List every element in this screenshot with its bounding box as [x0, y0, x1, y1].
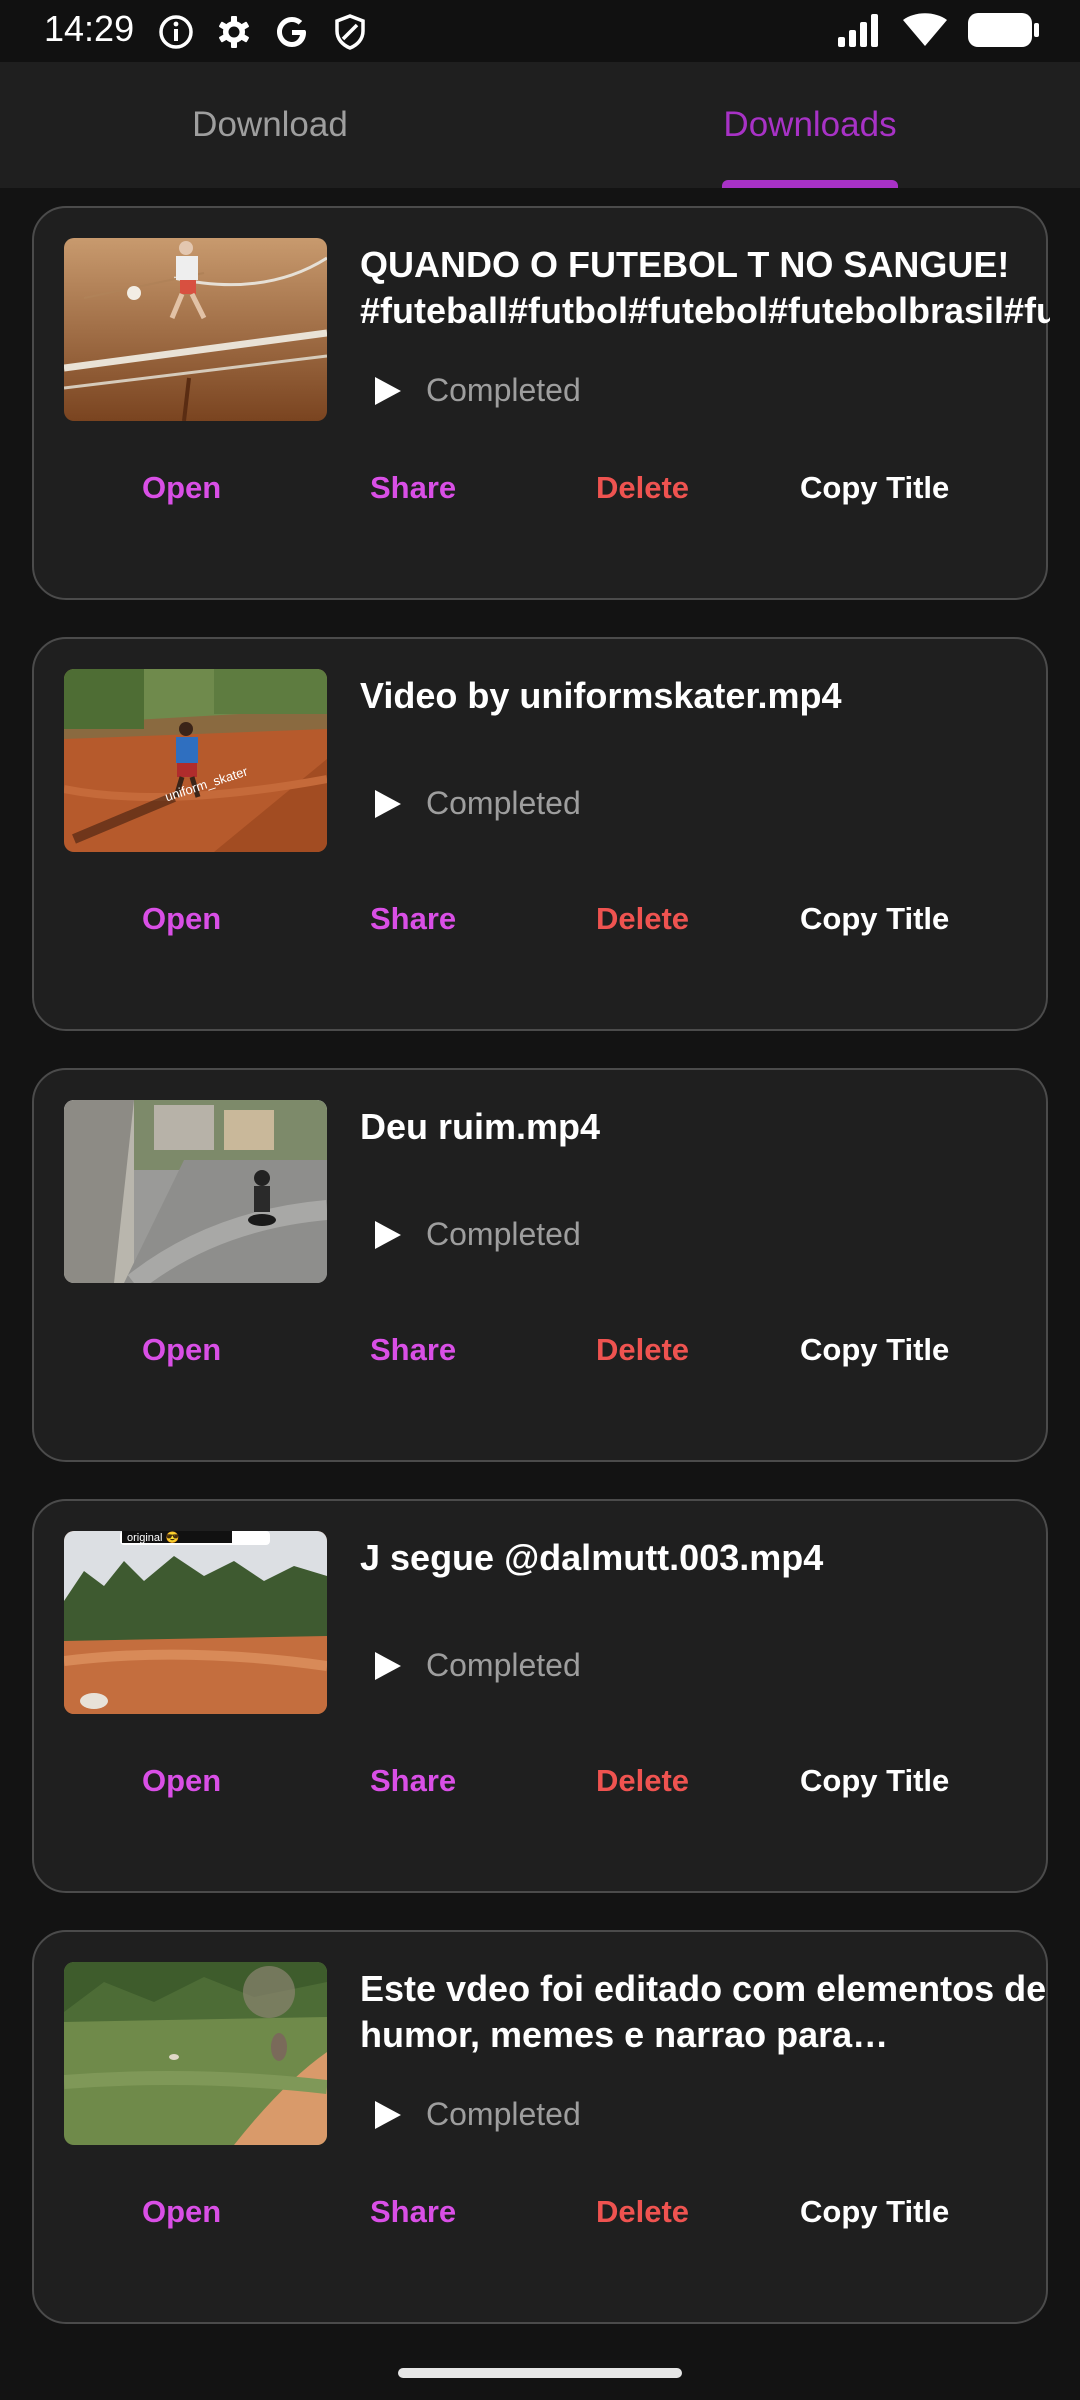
card-actions: Open Share Delete Copy Title [34, 470, 1046, 530]
status-label: Completed [426, 1647, 581, 1683]
info-icon [159, 15, 193, 49]
status-icons-right [836, 12, 1040, 48]
status-label: Completed [426, 2096, 581, 2132]
download-card: original 😎 J segue @dalmutt.003.mp4 Comp… [32, 1499, 1048, 1893]
share-button[interactable]: Share [370, 1332, 456, 1368]
video-title: QUANDO O FUTEBOL T NO SANGUE! #futeball#… [360, 244, 1050, 331]
status-time: 14:29 [44, 8, 135, 49]
active-tab-indicator [722, 180, 898, 188]
share-button[interactable]: Share [370, 901, 456, 937]
tab-download-label: Download [192, 105, 348, 144]
status-icons-left [156, 12, 370, 52]
copy-title-button[interactable]: Copy Title [800, 1763, 949, 1799]
thumbnail-caption: original 😎 [127, 1531, 180, 1544]
tab-bar: Download Downloads [0, 62, 1080, 188]
copy-title-button[interactable]: Copy Title [800, 2194, 949, 2230]
play-icon[interactable] [370, 1218, 404, 1252]
status-label: Completed [426, 372, 581, 408]
download-card: Deu ruim.mp4 Completed Open Share Delete… [32, 1068, 1048, 1462]
open-button[interactable]: Open [142, 1763, 221, 1799]
download-card: Este vdeo foi editado com elementos de h… [32, 1930, 1048, 2324]
open-button[interactable]: Open [142, 470, 221, 506]
download-status: Completed [370, 1216, 581, 1253]
video-thumbnail[interactable] [64, 238, 327, 421]
video-thumbnail[interactable]: uniform_skater [64, 669, 327, 852]
tab-download[interactable]: Download [0, 62, 540, 188]
play-icon[interactable] [370, 1649, 404, 1683]
copy-title-button[interactable]: Copy Title [800, 470, 949, 506]
delete-button[interactable]: Delete [596, 470, 689, 506]
battery-icon [968, 13, 1039, 47]
share-button[interactable]: Share [370, 2194, 456, 2230]
delete-button[interactable]: Delete [596, 1332, 689, 1368]
video-thumbnail[interactable] [64, 1100, 327, 1283]
video-title: J segue @dalmutt.003.mp4 [360, 1537, 824, 1578]
signal-icon [838, 14, 878, 47]
video-thumbnail[interactable]: original 😎 [64, 1531, 327, 1714]
google-icon [277, 17, 306, 47]
open-button[interactable]: Open [142, 2194, 221, 2230]
download-status: Completed [370, 372, 581, 409]
download-card: QUANDO O FUTEBOL T NO SANGUE! #futeball#… [32, 206, 1050, 600]
tab-downloads[interactable]: Downloads [540, 62, 1080, 188]
video-title: Video by uniformskater.mp4 [360, 675, 842, 716]
play-icon[interactable] [370, 2098, 404, 2132]
card-actions: Open Share Delete Copy Title [34, 1332, 1046, 1392]
video-title: Este vdeo foi editado com elementos de h… [360, 1968, 1047, 2055]
download-status: Completed [370, 2096, 581, 2133]
gear-icon [219, 16, 249, 48]
share-button[interactable]: Share [370, 1763, 456, 1799]
downloads-list: QUANDO O FUTEBOL T NO SANGUE! #futeball#… [32, 206, 1050, 2361]
share-button[interactable]: Share [370, 470, 456, 506]
copy-title-button[interactable]: Copy Title [800, 901, 949, 937]
download-card: uniform_skater Video by uniformskater.mp… [32, 637, 1048, 1031]
delete-button[interactable]: Delete [596, 1763, 689, 1799]
play-icon[interactable] [370, 787, 404, 821]
open-button[interactable]: Open [142, 1332, 221, 1368]
video-thumbnail[interactable] [64, 1962, 327, 2145]
play-icon[interactable] [370, 374, 404, 408]
download-status: Completed [370, 1647, 581, 1684]
status-label: Completed [426, 1216, 581, 1252]
card-actions: Open Share Delete Copy Title [34, 2194, 1046, 2254]
delete-button[interactable]: Delete [596, 2194, 689, 2230]
download-status: Completed [370, 785, 581, 822]
card-actions: Open Share Delete Copy Title [34, 1763, 1046, 1823]
delete-button[interactable]: Delete [596, 901, 689, 937]
shield-icon [335, 14, 365, 50]
copy-title-button[interactable]: Copy Title [800, 1332, 949, 1368]
tab-downloads-label: Downloads [723, 105, 897, 144]
status-label: Completed [426, 785, 581, 821]
wifi-icon [903, 13, 947, 46]
status-bar: 14:29 [0, 0, 1080, 62]
card-actions: Open Share Delete Copy Title [34, 901, 1046, 961]
home-indicator[interactable] [398, 2368, 682, 2378]
video-title: Deu ruim.mp4 [360, 1106, 601, 1147]
open-button[interactable]: Open [142, 901, 221, 937]
